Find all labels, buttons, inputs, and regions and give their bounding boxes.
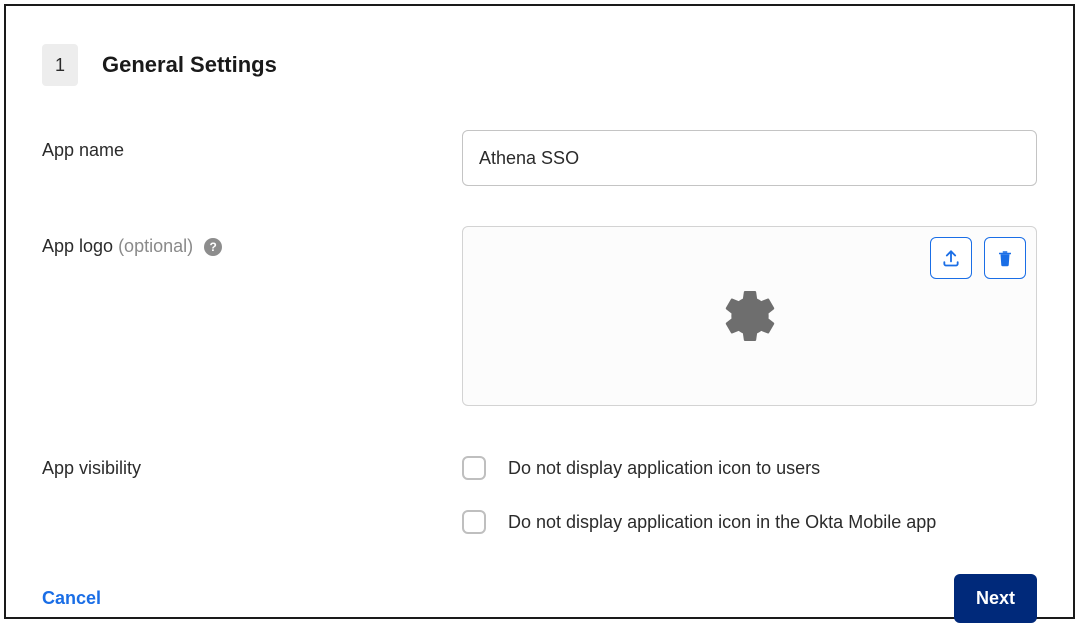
app-logo-optional-text: (optional): [118, 236, 193, 256]
upload-logo-button[interactable]: [930, 237, 972, 279]
app-name-input[interactable]: [462, 130, 1037, 186]
gear-icon: [720, 286, 780, 346]
app-name-label: App name: [42, 130, 462, 161]
cancel-button[interactable]: Cancel: [42, 588, 101, 609]
app-logo-label-text: App logo: [42, 236, 118, 256]
app-visibility-row: App visibility Do not display applicatio…: [42, 456, 1037, 534]
app-logo-preview: [462, 226, 1037, 406]
visibility-checkbox-users[interactable]: [462, 456, 486, 480]
visibility-label-users[interactable]: Do not display application icon to users: [508, 458, 820, 479]
step-number-badge: 1: [42, 44, 78, 86]
app-logo-label: App logo (optional) ?: [42, 226, 462, 257]
next-button[interactable]: Next: [954, 574, 1037, 623]
app-visibility-label: App visibility: [42, 456, 462, 479]
upload-icon: [941, 248, 961, 268]
help-icon[interactable]: ?: [204, 238, 222, 256]
footer: Cancel Next: [42, 574, 1037, 623]
step-title: General Settings: [102, 52, 277, 78]
app-name-row: App name: [42, 130, 1037, 186]
trash-icon: [996, 248, 1014, 268]
delete-logo-button[interactable]: [984, 237, 1026, 279]
app-logo-row: App logo (optional) ?: [42, 226, 1037, 406]
visibility-checkbox-mobile[interactable]: [462, 510, 486, 534]
step-header: 1 General Settings: [42, 44, 1037, 86]
general-settings-panel: 1 General Settings App name App logo (op…: [4, 4, 1075, 619]
visibility-label-mobile[interactable]: Do not display application icon in the O…: [508, 512, 936, 533]
